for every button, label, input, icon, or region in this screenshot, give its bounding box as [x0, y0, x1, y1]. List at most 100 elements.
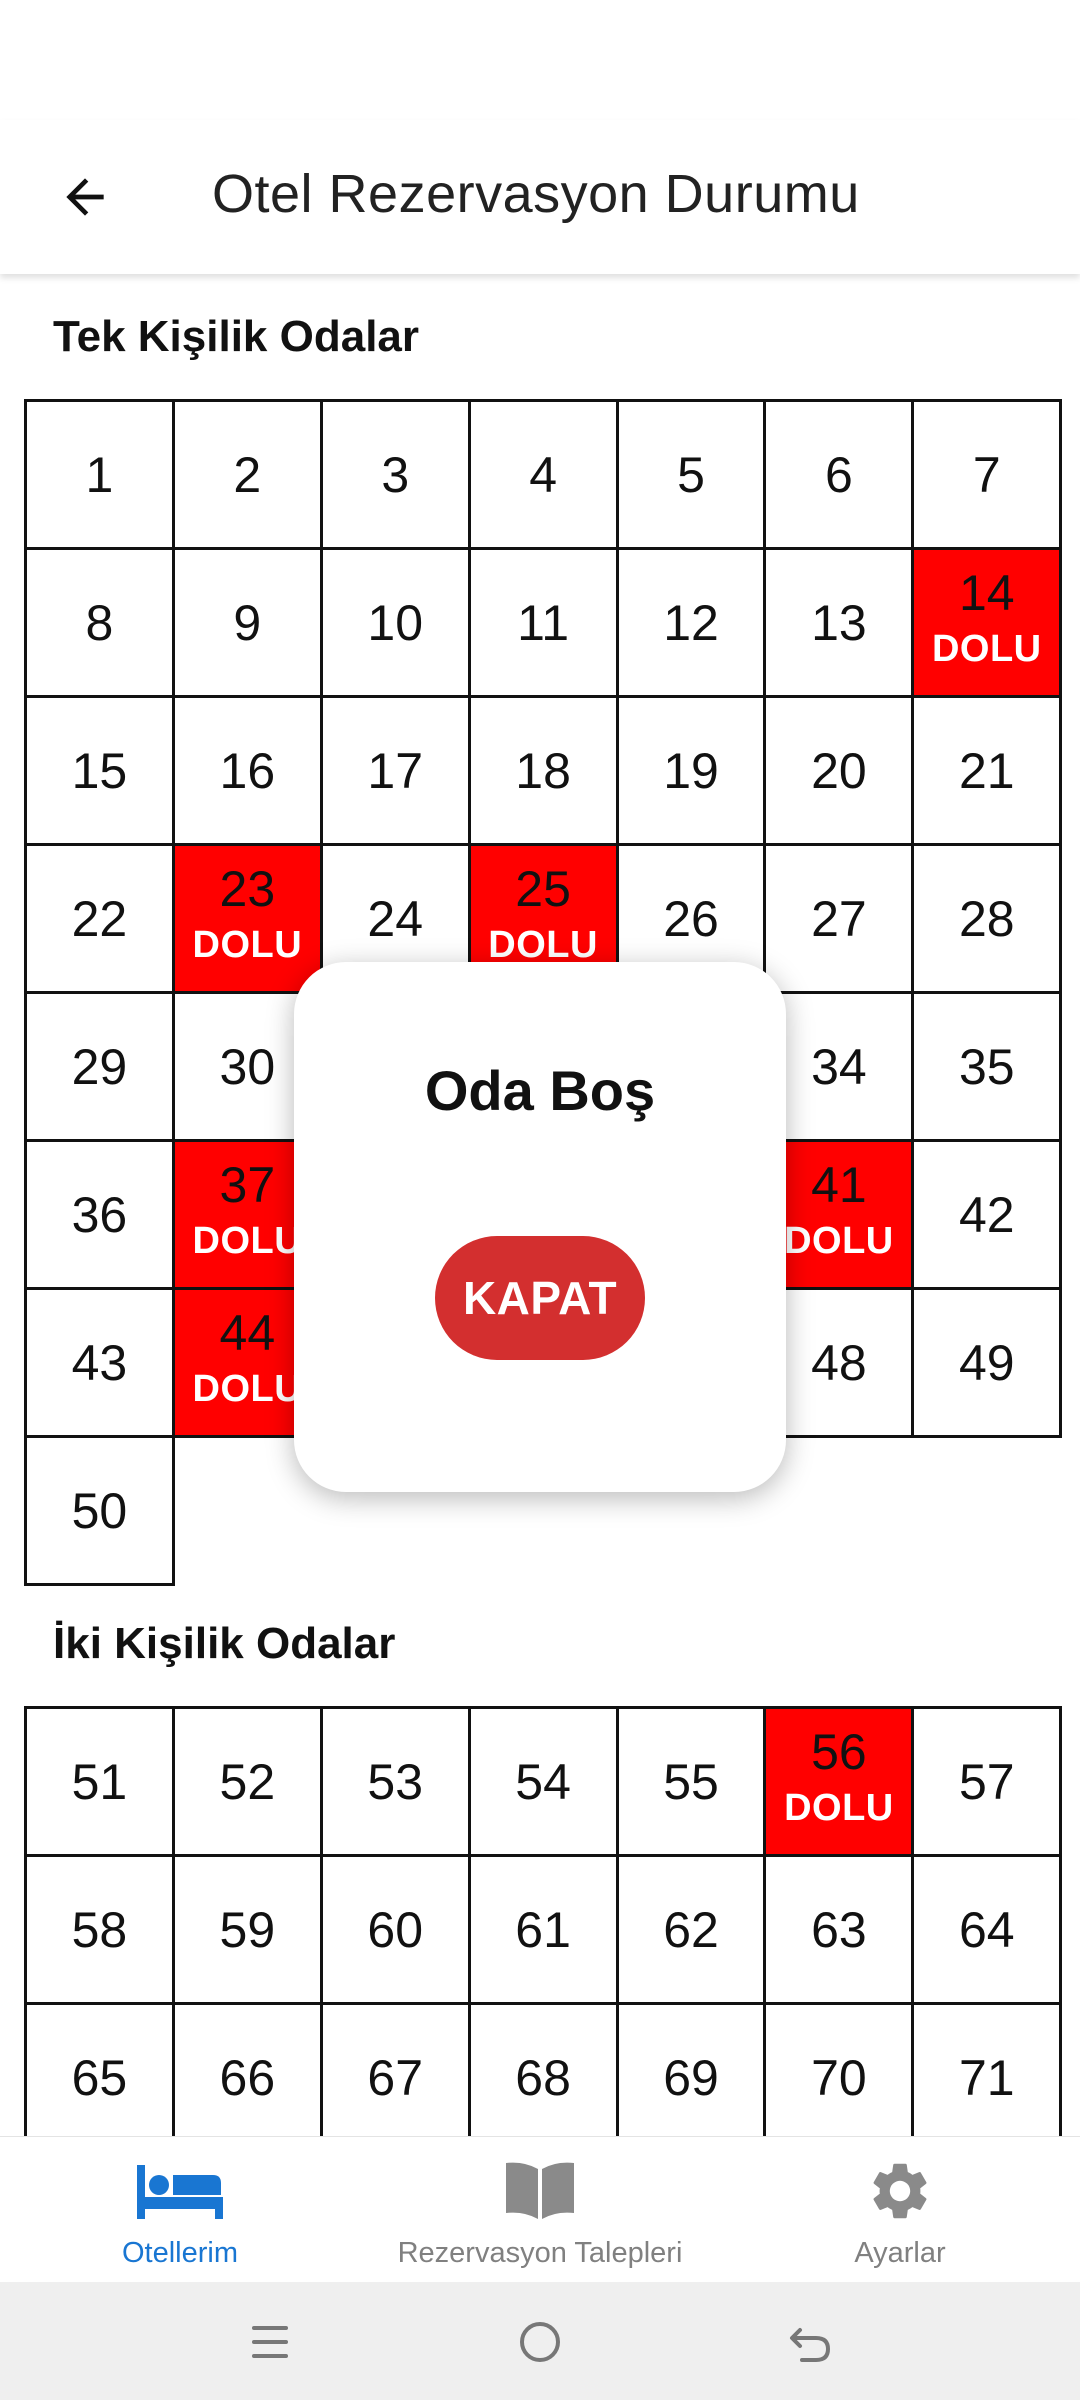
room-cell[interactable]: 9	[171, 547, 323, 698]
room-number: 34	[811, 1038, 867, 1095]
room-cell[interactable]: 56 DOLU	[763, 1706, 915, 1857]
room-number: 41	[811, 1157, 867, 1213]
room-cell[interactable]: 21	[911, 695, 1063, 846]
room-number: 22	[71, 890, 128, 947]
room-cell[interactable]: 6	[763, 399, 915, 550]
bed-icon	[135, 2159, 225, 2223]
room-cell[interactable]: 43	[24, 1287, 175, 1438]
room-cell[interactable]: 59	[171, 1854, 323, 2005]
occupied-badge: DOLU	[488, 924, 598, 966]
bottom-navigation: Otellerim Rezervasyon Talepleri Ayarlar	[0, 2136, 1080, 2282]
room-cell[interactable]: 17	[319, 695, 471, 846]
room-cell[interactable]: 63	[763, 1854, 915, 2005]
nav-item-ayarlar[interactable]: Ayarlar	[800, 2137, 1000, 2283]
room-number: 68	[515, 2049, 571, 2106]
room-number: 20	[811, 742, 867, 799]
room-number: 26	[663, 890, 719, 947]
room-cell[interactable]: 19	[615, 695, 767, 846]
room-cell[interactable]: 69	[615, 2002, 767, 2136]
room-number: 28	[958, 890, 1015, 947]
room-cell[interactable]: 15	[24, 695, 175, 846]
room-cell[interactable]: 20	[763, 695, 915, 846]
room-cell[interactable]: 12	[615, 547, 767, 698]
nav-item-otellerim[interactable]: Otellerim	[80, 2137, 280, 2283]
room-number: 62	[663, 1901, 719, 1958]
room-cell[interactable]: 62	[615, 1854, 767, 2005]
room-number: 63	[811, 1901, 867, 1958]
arrow-left-icon	[66, 178, 104, 216]
room-number: 15	[71, 742, 128, 799]
nav-item-rezervasyon-talepleri[interactable]: Rezervasyon Talepleri	[380, 2137, 700, 2283]
room-cell[interactable]: 7	[911, 399, 1063, 550]
occupied-badge: DOLU	[192, 924, 303, 966]
room-cell[interactable]: 70	[763, 2002, 915, 2136]
room-cell[interactable]: 29	[24, 991, 175, 1142]
nav-label: Otellerim	[121, 2237, 238, 2269]
room-cell[interactable]: 53	[319, 1706, 471, 1857]
room-cell[interactable]: 41 DOLU	[763, 1139, 915, 1290]
room-number: 49	[958, 1334, 1015, 1391]
room-cell[interactable]: 58	[24, 1854, 175, 2005]
back-button[interactable]	[40, 152, 130, 242]
room-cell[interactable]: 68	[467, 2002, 619, 2136]
room-cell[interactable]: 42	[911, 1139, 1063, 1290]
double-rooms-grid: 51 52 53 54 55 56 DOLU 57 58 59 60 61 62 63 64 65 66 67 68…	[24, 1706, 1063, 2136]
app-bar: Otel Rezervasyon Durumu	[0, 120, 1080, 274]
room-cell[interactable]: 16	[171, 695, 323, 846]
room-cell[interactable]: 50	[24, 1435, 175, 1586]
room-cell[interactable]: 49	[911, 1287, 1063, 1438]
room-cell[interactable]: 55	[615, 1706, 767, 1857]
room-cell[interactable]: 18	[467, 695, 619, 846]
room-number: 56	[811, 1724, 867, 1780]
room-cell[interactable]: 10	[319, 547, 471, 698]
room-number: 59	[219, 1901, 276, 1958]
room-number: 50	[71, 1482, 128, 1539]
room-cell[interactable]: 1	[24, 399, 175, 550]
room-cell[interactable]: 34	[763, 991, 915, 1142]
room-cell[interactable]: 27	[763, 843, 915, 994]
room-cell[interactable]: 23 DOLU	[171, 843, 323, 994]
room-cell[interactable]: 60	[319, 1854, 471, 2005]
room-cell[interactable]: 57	[911, 1706, 1063, 1857]
room-cell[interactable]: 8	[24, 547, 175, 698]
room-cell[interactable]: 28	[911, 843, 1063, 994]
room-cell[interactable]: 11	[467, 547, 619, 698]
back-icon[interactable]	[780, 2312, 840, 2372]
menu-icon[interactable]	[240, 2312, 300, 2372]
room-cell[interactable]: 51	[24, 1706, 175, 1857]
room-number: 9	[233, 594, 262, 651]
room-cell[interactable]: 35	[911, 991, 1063, 1142]
room-cell[interactable]: 52	[171, 1706, 323, 1857]
room-cell[interactable]: 48	[763, 1287, 915, 1438]
room-cell[interactable]: 64	[911, 1854, 1063, 2005]
room-number: 25	[515, 861, 571, 917]
room-cell[interactable]: 71	[911, 2002, 1063, 2136]
room-cell[interactable]: 13	[763, 547, 915, 698]
room-number: 19	[663, 742, 719, 799]
room-cell[interactable]: 65	[24, 2002, 175, 2136]
room-cell[interactable]: 4	[467, 399, 619, 550]
room-cell[interactable]: 36	[24, 1139, 175, 1290]
room-number: 67	[367, 2049, 424, 2106]
room-number: 27	[811, 890, 867, 947]
occupied-badge: DOLU	[931, 628, 1042, 670]
room-cell[interactable]: 66	[171, 2002, 323, 2136]
single-rooms-title: Tek Kişilik Odalar	[53, 312, 420, 361]
room-cell[interactable]: 2	[171, 399, 323, 550]
room-cell[interactable]: 67	[319, 2002, 471, 2136]
room-cell[interactable]: 3	[319, 399, 471, 550]
room-number: 70	[811, 2049, 867, 2106]
room-number: 2	[233, 446, 262, 503]
room-cell[interactable]: 61	[467, 1854, 619, 2005]
room-cell[interactable]: 14 DOLU	[911, 547, 1063, 698]
room-cell[interactable]: 54	[467, 1706, 619, 1857]
room-number: 43	[71, 1334, 128, 1391]
room-cell[interactable]: 5	[615, 399, 767, 550]
room-number: 58	[71, 1901, 128, 1958]
close-button[interactable]: KAPAT	[435, 1236, 645, 1360]
room-number: 13	[811, 594, 867, 651]
room-number: 6	[824, 446, 853, 503]
home-icon[interactable]	[510, 2312, 570, 2372]
room-number: 12	[663, 594, 719, 651]
room-cell[interactable]: 22	[24, 843, 175, 994]
